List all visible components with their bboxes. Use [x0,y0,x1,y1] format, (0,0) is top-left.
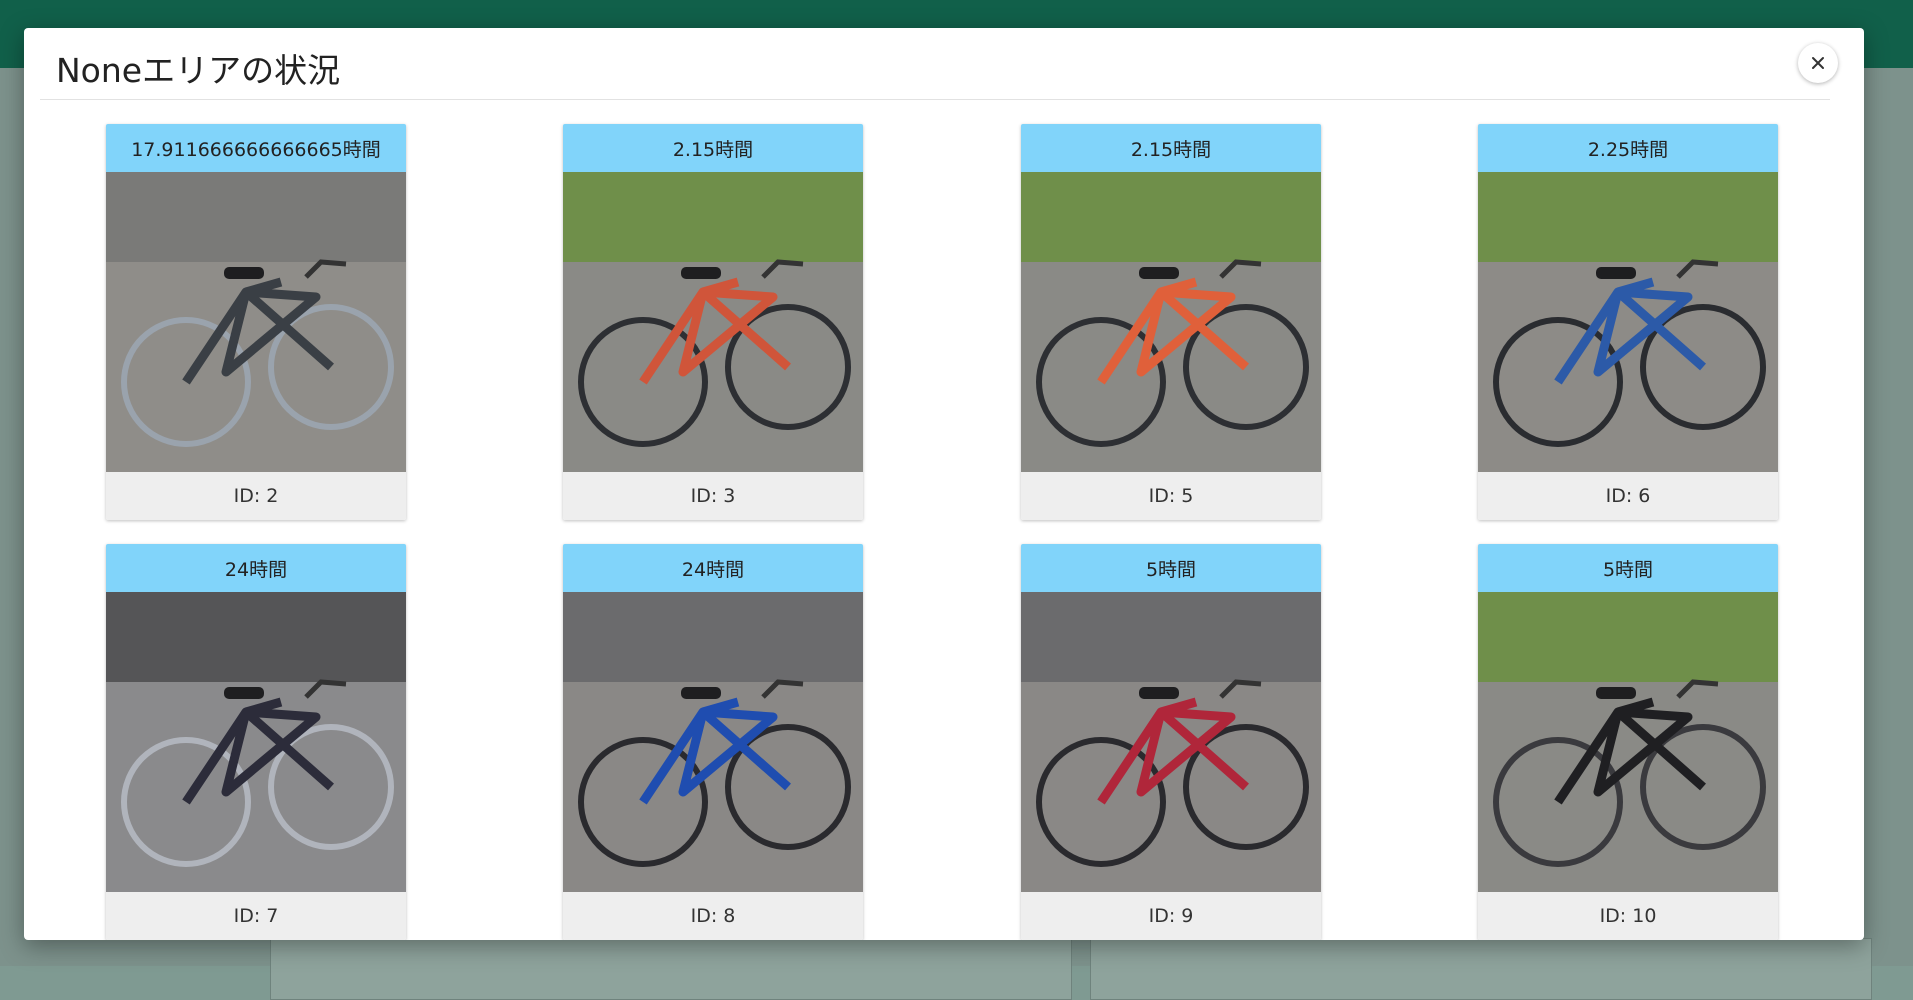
bicycle-photo [106,172,406,472]
bicycle-photo [563,592,863,892]
parking-duration-label: 5時間 [1021,544,1321,592]
dialog-title: Noneエリアの状況 [56,51,341,90]
parking-duration-label: 5時間 [1478,544,1778,592]
parking-duration-label: 2.15時間 [1021,124,1321,172]
bicycle-id-label: ID: 9 [1021,892,1321,940]
bicycle-id-label: ID: 5 [1021,472,1321,520]
bicycle-id-label: ID: 3 [563,472,863,520]
bicycle-card-grid: 17.911666666666665時間 ID: 2 2.15時間 ID: 3 2.15… [24,124,1864,940]
bicycle-card[interactable]: 24時間 ID: 7 [106,544,406,940]
bicycle-photo [1478,592,1778,892]
parking-duration-label: 2.15時間 [563,124,863,172]
bicycle-photo [1021,172,1321,472]
parking-duration-label: 24時間 [563,544,863,592]
bicycle-card[interactable]: 5時間 ID: 9 [1021,544,1321,940]
bicycle-card[interactable]: 2.15時間 ID: 3 [563,124,863,520]
close-icon [1812,57,1824,69]
bicycle-photo [1478,172,1778,472]
bicycle-id-label: ID: 8 [563,892,863,940]
background-panel [1090,938,1872,1000]
bicycle-photo [1021,592,1321,892]
bicycle-id-label: ID: 10 [1478,892,1778,940]
bicycle-card[interactable]: 2.25時間 ID: 6 [1478,124,1778,520]
bicycle-id-label: ID: 6 [1478,472,1778,520]
parking-duration-label: 17.911666666666665時間 [106,124,406,172]
bicycle-card[interactable]: 17.911666666666665時間 ID: 2 [106,124,406,520]
background-panel [270,938,1072,1000]
area-status-dialog: Noneエリアの状況 17.911666666666665時間 ID: 2 2.15… [24,28,1864,940]
bicycle-photo [106,592,406,892]
bicycle-card[interactable]: 2.15時間 ID: 5 [1021,124,1321,520]
bicycle-photo [563,172,863,472]
bicycle-id-label: ID: 2 [106,472,406,520]
bicycle-id-label: ID: 7 [106,892,406,940]
bicycle-card[interactable]: 24時間 ID: 8 [563,544,863,940]
parking-duration-label: 24時間 [106,544,406,592]
bicycle-card[interactable]: 5時間 ID: 10 [1478,544,1778,940]
close-button[interactable] [1798,43,1838,83]
dialog-header: Noneエリアの状況 [40,28,1838,100]
parking-duration-label: 2.25時間 [1478,124,1778,172]
